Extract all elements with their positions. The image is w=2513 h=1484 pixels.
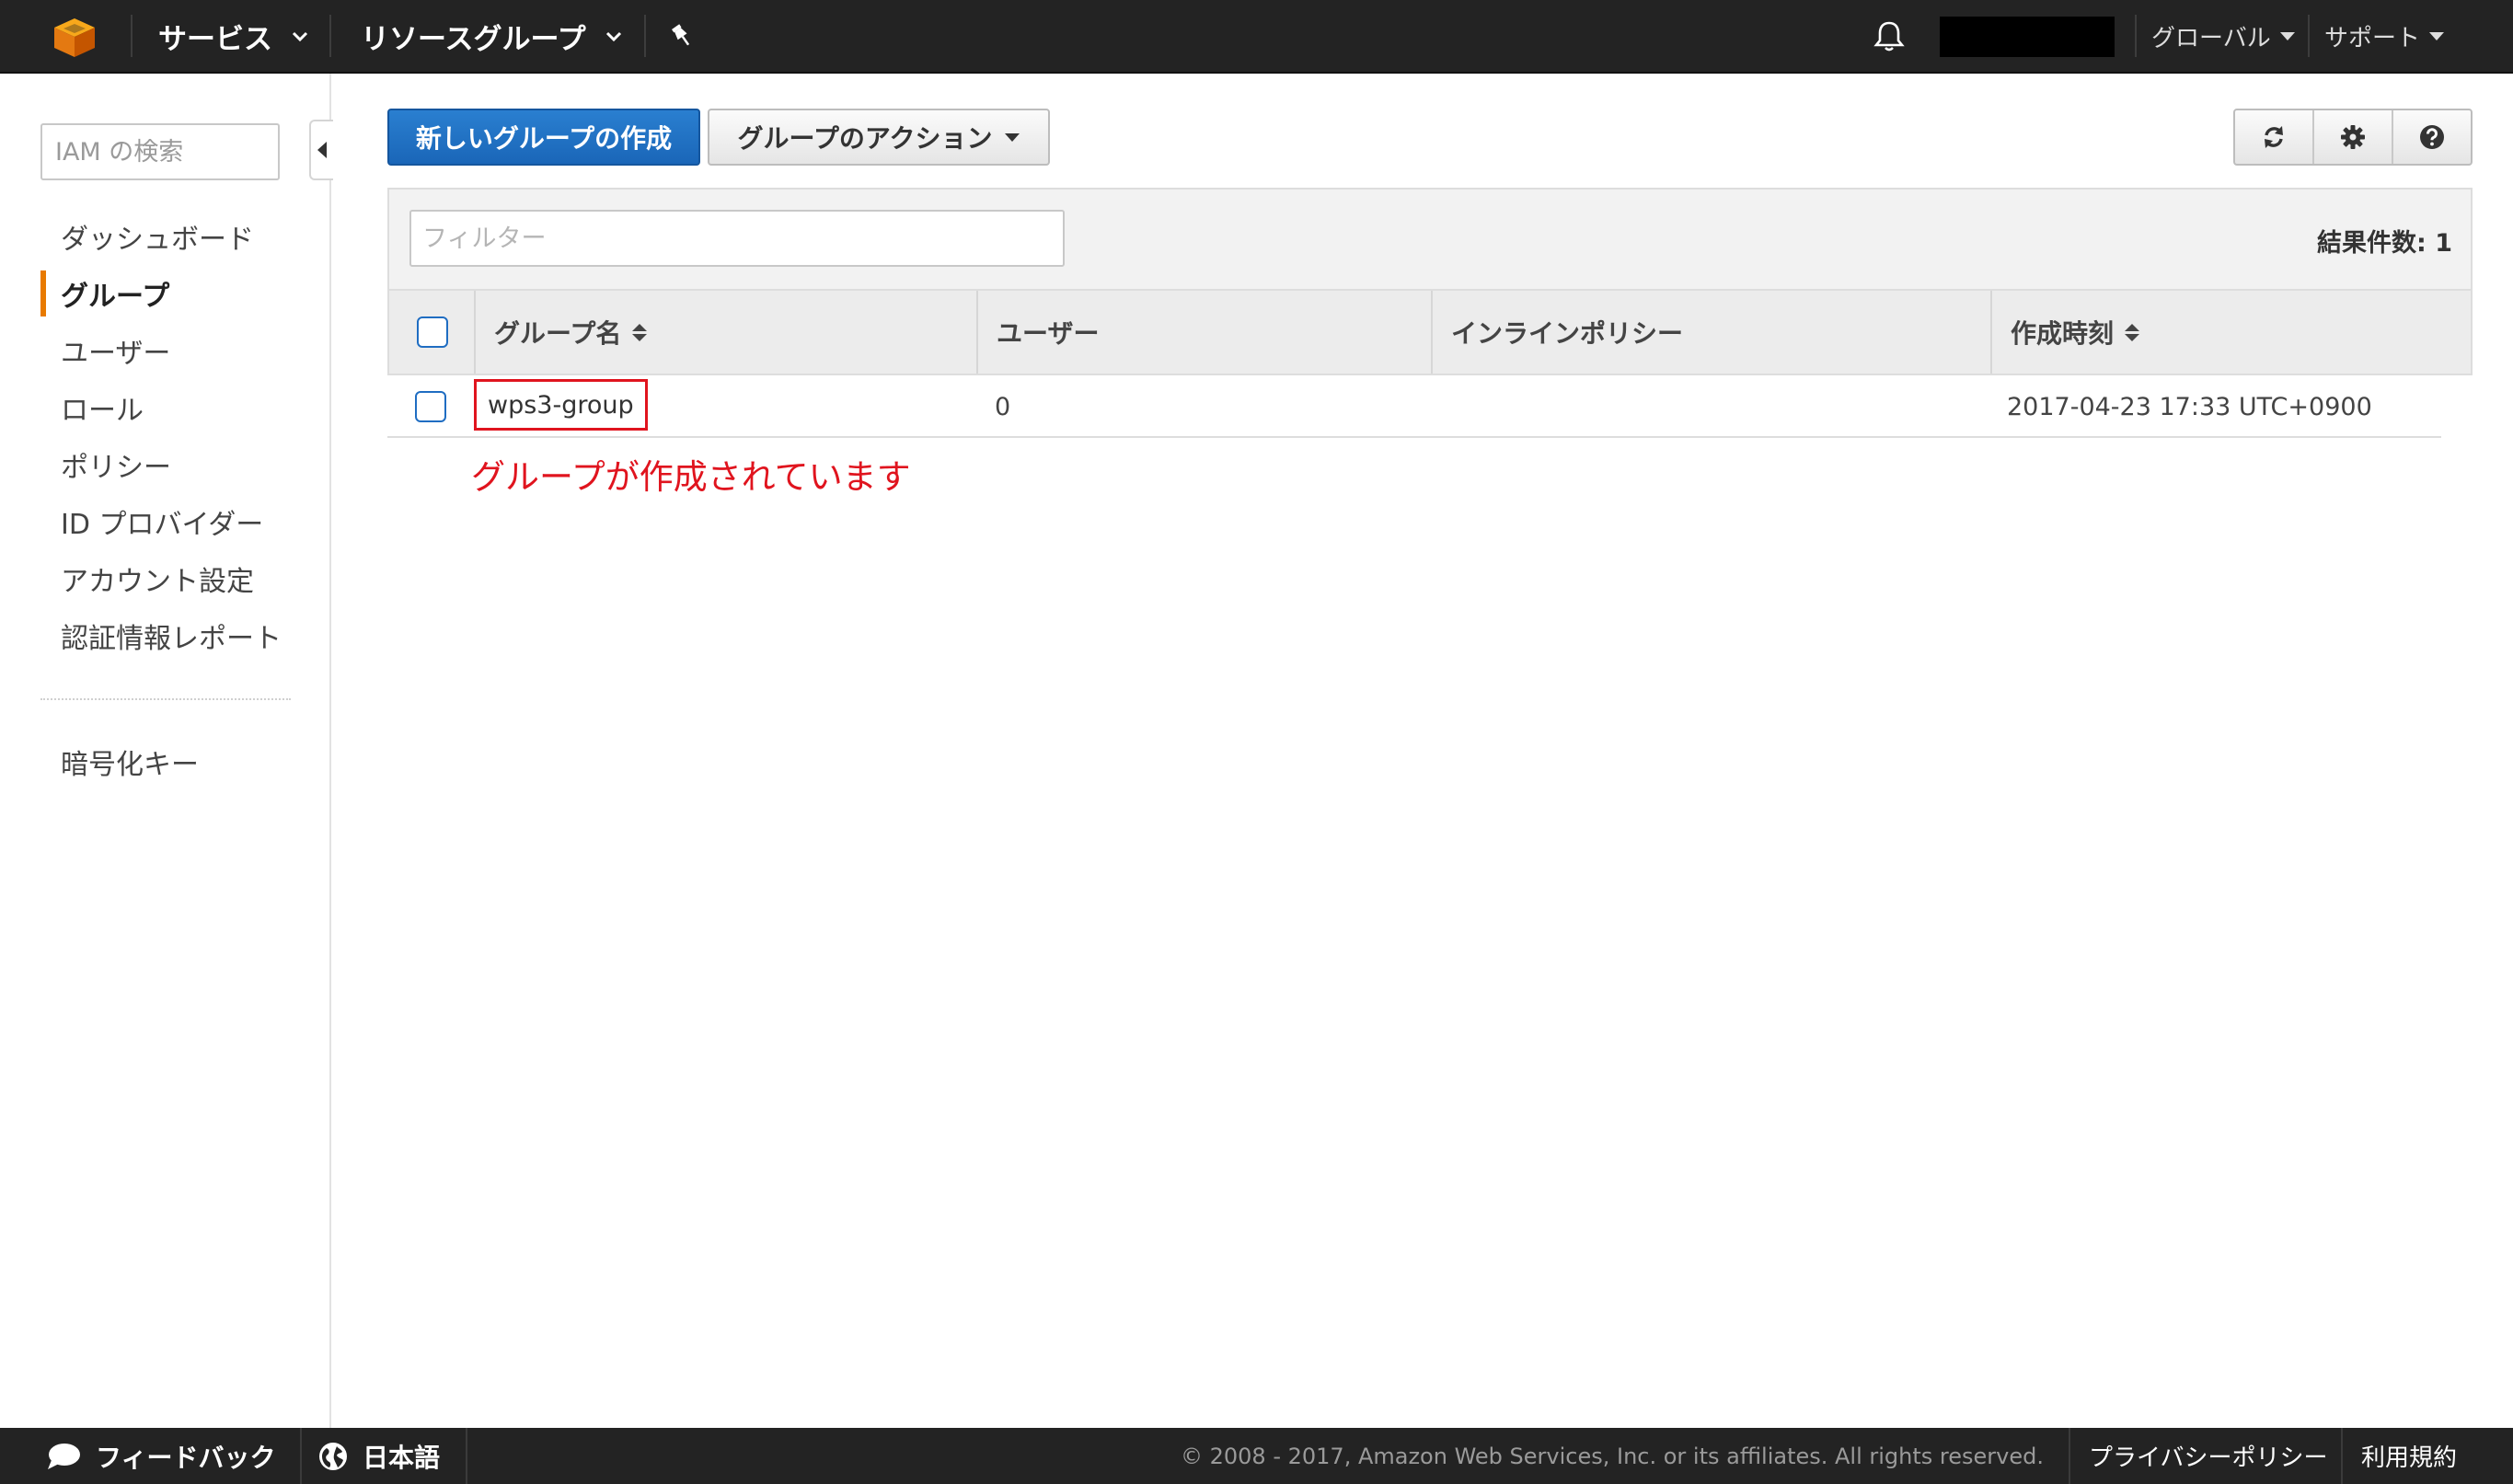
sidebar-item-identity-providers[interactable]: ID プロバイダー bbox=[40, 499, 263, 545]
notifications-button[interactable] bbox=[1873, 0, 1905, 72]
sidebar-item-label: ユーザー bbox=[61, 338, 171, 370]
column-header-label: ユーザー bbox=[997, 318, 1100, 349]
footer-separator bbox=[2069, 1428, 2070, 1484]
settings-button[interactable] bbox=[2314, 110, 2393, 164]
privacy-policy-label: プライバシーポリシー bbox=[2089, 1444, 2328, 1472]
group-actions-dropdown[interactable]: グループのアクション bbox=[708, 109, 1050, 166]
resource-groups-menu[interactable]: リソースグループ bbox=[361, 0, 625, 72]
account-name-redacted[interactable] bbox=[1940, 17, 2115, 57]
sidebar-item-label: ID プロバイダー bbox=[61, 509, 264, 541]
nav-separator bbox=[644, 15, 646, 57]
help-button[interactable] bbox=[2393, 110, 2471, 164]
support-label: サポート bbox=[2324, 24, 2421, 52]
footer-separator bbox=[466, 1428, 467, 1484]
nav-separator bbox=[2308, 15, 2310, 57]
chevron-down-icon bbox=[292, 31, 308, 42]
services-menu[interactable]: サービス bbox=[158, 0, 311, 72]
footer-separator bbox=[300, 1428, 302, 1484]
terms-of-use-label: 利用規約 bbox=[2361, 1444, 2458, 1472]
help-icon bbox=[2420, 125, 2444, 149]
result-count: 結果件数: 1 bbox=[2317, 229, 2452, 258]
globe-icon bbox=[319, 1442, 347, 1470]
copyright-text: © 2008 - 2017, Amazon Web Services, Inc.… bbox=[1180, 1443, 2044, 1469]
refresh-button[interactable] bbox=[2235, 110, 2314, 164]
row-checkbox[interactable] bbox=[415, 391, 446, 422]
group-name-text: wps3-group bbox=[488, 390, 634, 420]
select-all-checkbox[interactable] bbox=[417, 316, 448, 348]
pin-button[interactable] bbox=[668, 0, 696, 72]
aws-logo-icon[interactable] bbox=[52, 17, 98, 59]
services-menu-label: サービス bbox=[158, 22, 272, 56]
sidebar-item-account-settings[interactable]: アカウント設定 bbox=[40, 556, 254, 602]
resource-groups-label: リソースグループ bbox=[361, 22, 586, 56]
sidebar-item-label: ダッシュボード bbox=[61, 224, 254, 256]
footer-separator bbox=[2341, 1428, 2343, 1484]
annotation-text: グループが作成されています bbox=[471, 457, 911, 497]
sidebar-item-groups[interactable]: グループ bbox=[40, 270, 169, 316]
column-header-inline-policy: インラインポリシー bbox=[1433, 291, 1683, 374]
filter-input[interactable] bbox=[409, 210, 1065, 267]
pin-icon bbox=[672, 24, 690, 46]
caret-down-icon bbox=[2279, 31, 2295, 40]
sidebar-item-encryption-keys[interactable]: 暗号化キー bbox=[40, 739, 199, 785]
nav-separator bbox=[329, 15, 331, 57]
sidebar-item-policies[interactable]: ポリシー bbox=[40, 442, 171, 488]
nav-separator bbox=[2135, 15, 2137, 57]
caret-down-icon bbox=[2429, 31, 2445, 40]
language-selector[interactable]: 日本語 bbox=[318, 1428, 440, 1484]
caret-left-icon bbox=[317, 142, 327, 158]
filter-panel: 結果件数: 1 bbox=[387, 188, 2473, 291]
privacy-policy-link[interactable]: プライバシーポリシー bbox=[2089, 1428, 2327, 1484]
column-header-users: ユーザー bbox=[978, 291, 1099, 374]
sidebar-item-label: アカウント設定 bbox=[61, 566, 254, 598]
footer-bar: フィードバック 日本語 © 2008 - 2017, Amazon Web Se… bbox=[0, 1428, 2513, 1484]
sidebar-divider bbox=[40, 698, 291, 700]
creation-time-text: 2017-04-23 17:33 UTC+0900 bbox=[2007, 392, 2372, 421]
gear-icon bbox=[2341, 125, 2365, 149]
feedback-button[interactable]: フィードバック bbox=[46, 1428, 275, 1484]
sidebar-item-roles[interactable]: ロール bbox=[40, 385, 144, 431]
nav-separator bbox=[131, 15, 133, 57]
sidebar-item-label: ポリシー bbox=[61, 452, 171, 484]
creation-time-cell: 2017-04-23 17:33 UTC+0900 bbox=[2007, 375, 2372, 438]
column-header-label: 作成時刻 bbox=[2011, 318, 2115, 349]
group-actions-label: グループのアクション bbox=[737, 123, 993, 154]
column-header-group-name[interactable]: グループ名 bbox=[476, 291, 648, 374]
create-group-button[interactable]: 新しいグループの作成 bbox=[387, 109, 700, 166]
sidebar-item-credential-report[interactable]: 認証情報レポート bbox=[40, 613, 282, 659]
terms-of-use-link[interactable]: 利用規約 bbox=[2361, 1428, 2457, 1484]
users-count-cell: 0 bbox=[995, 375, 1010, 438]
sort-icon bbox=[2125, 323, 2140, 341]
refresh-icon bbox=[2265, 126, 2283, 148]
sidebar-item-label: ロール bbox=[61, 395, 144, 427]
users-count-text: 0 bbox=[995, 392, 1011, 421]
feedback-label: フィードバック bbox=[96, 1442, 276, 1473]
table-tools-button-group bbox=[2233, 109, 2473, 166]
bell-icon bbox=[1873, 21, 1905, 52]
create-group-label: 新しいグループの作成 bbox=[415, 123, 673, 154]
support-menu[interactable]: サポート bbox=[2324, 0, 2445, 72]
sidebar-item-label: グループ bbox=[61, 281, 170, 313]
sidebar-item-users[interactable]: ユーザー bbox=[40, 328, 170, 374]
column-header-creation-time[interactable]: 作成時刻 bbox=[1992, 291, 2140, 374]
chevron-down-icon bbox=[605, 31, 621, 42]
sidebar-item-label: 認証情報レポート bbox=[61, 623, 282, 655]
region-label: グローバル bbox=[2151, 24, 2271, 52]
sidebar-item-dashboard[interactable]: ダッシュボード bbox=[40, 213, 254, 259]
speech-bubble-icon bbox=[48, 1443, 80, 1469]
table-row[interactable]: wps3-group 0 2017-04-23 17:33 UTC+0900 bbox=[387, 375, 2441, 438]
caret-down-icon bbox=[1005, 132, 1020, 142]
sidebar-collapse-button[interactable] bbox=[309, 120, 333, 180]
column-header-label: グループ名 bbox=[494, 318, 622, 349]
table-header: グループ名 ユーザー インラインポリシー 作成時刻 bbox=[387, 289, 2473, 375]
top-navigation-bar: サービス リソースグループ グローバル サポート bbox=[0, 0, 2513, 74]
language-label: 日本語 bbox=[363, 1442, 441, 1473]
group-name-link[interactable]: wps3-group bbox=[474, 379, 648, 431]
region-menu[interactable]: グローバル bbox=[2151, 0, 2295, 72]
sidebar-item-label: 暗号化キー bbox=[61, 749, 199, 781]
iam-search-input[interactable] bbox=[40, 123, 280, 180]
sort-icon bbox=[632, 323, 648, 341]
column-header-label: インラインポリシー bbox=[1451, 318, 1684, 349]
iam-sidebar: ダッシュボード グループ ユーザー ロール ポリシー ID プロバイダー アカウ… bbox=[0, 74, 333, 1428]
